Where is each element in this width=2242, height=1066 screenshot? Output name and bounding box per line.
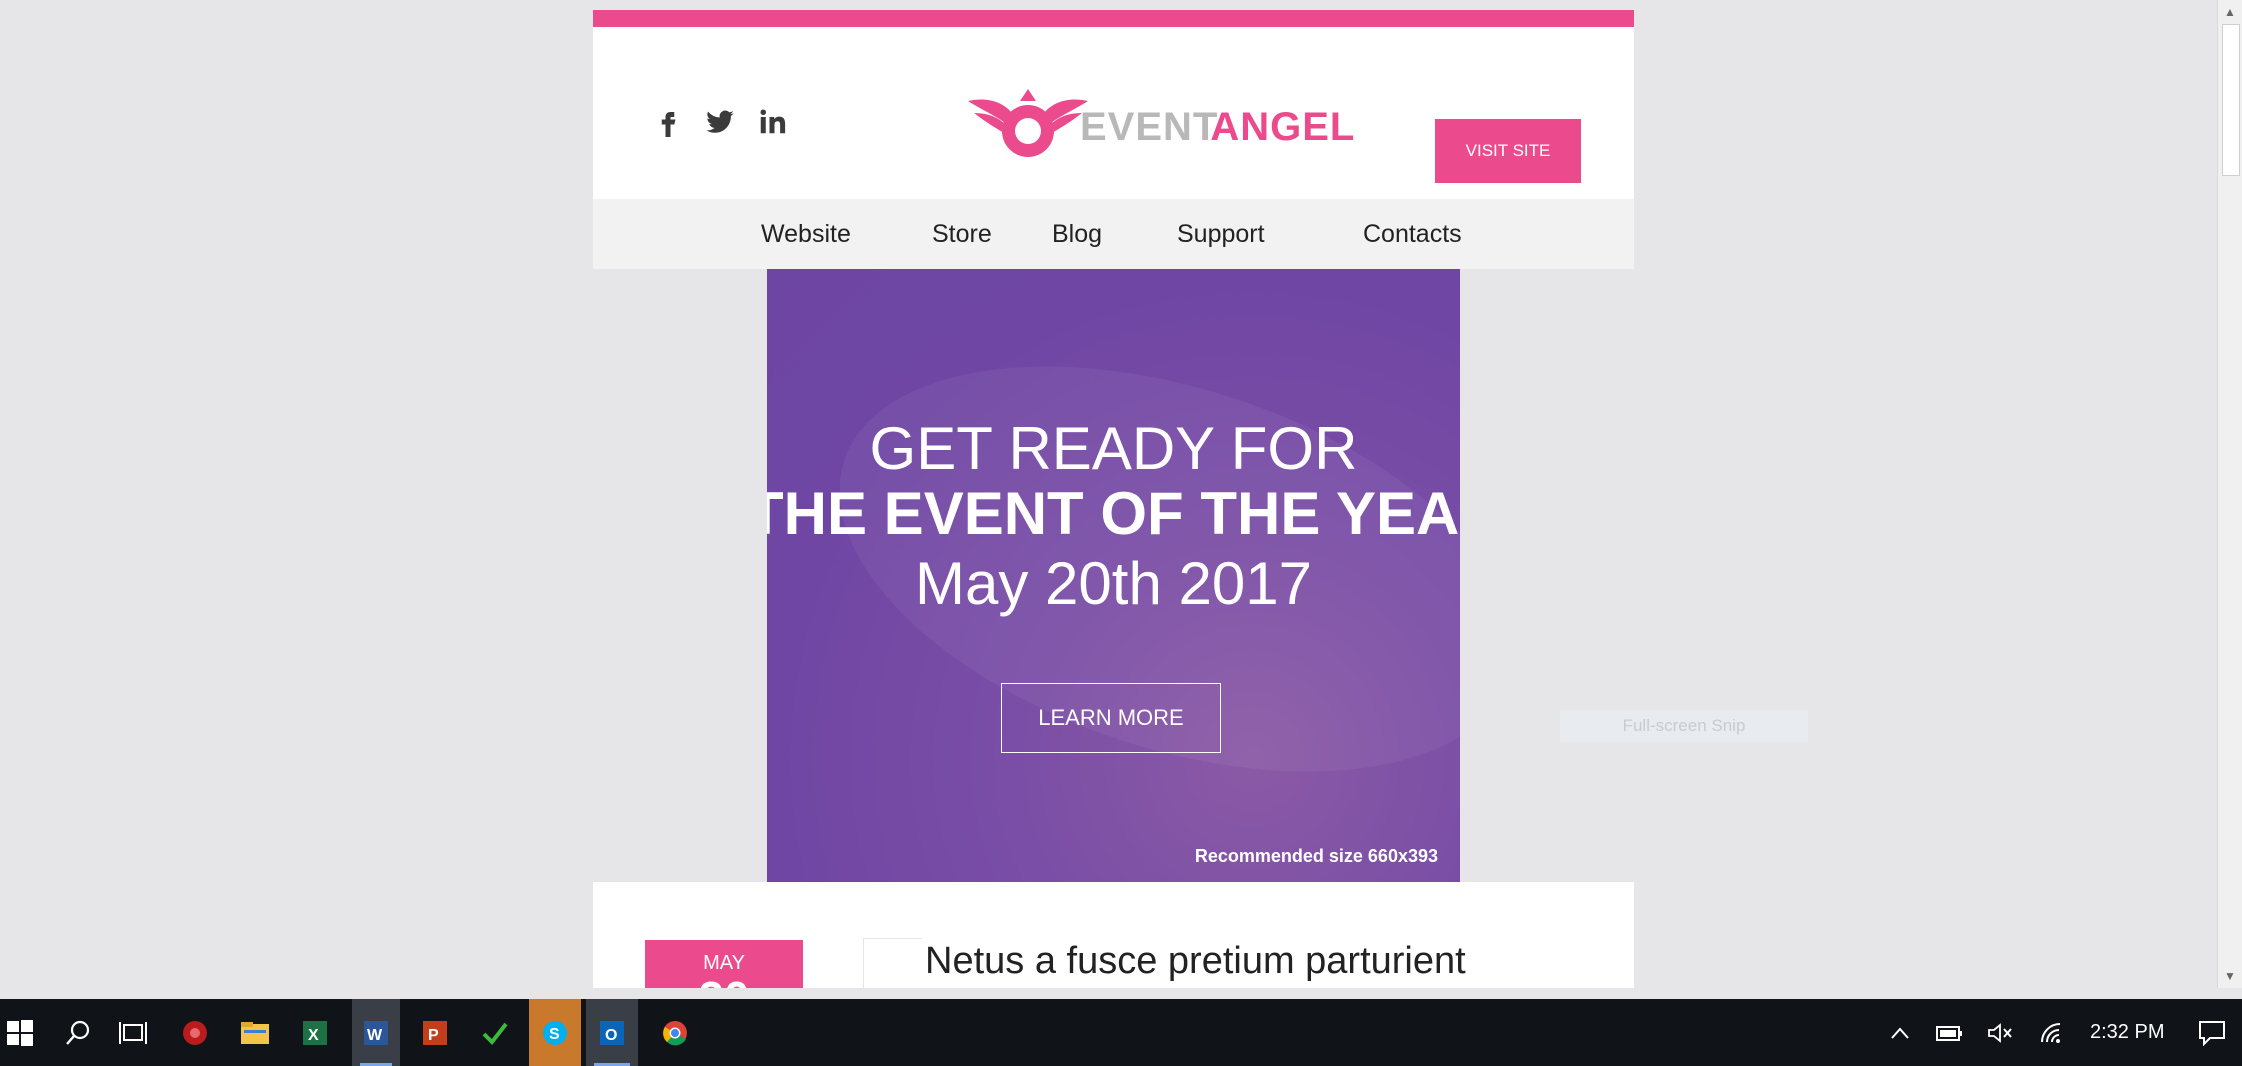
- svg-text:P: P: [428, 1027, 439, 1044]
- twitter-icon[interactable]: [705, 107, 735, 137]
- windows-taskbar: X W P S O 2:32 PM: [0, 999, 2242, 1066]
- top-accent-bar: [593, 10, 1634, 27]
- chrome-icon[interactable]: [655, 999, 695, 1066]
- email-nav-bar: Website Store Blog Support Contacts: [593, 199, 1634, 269]
- hero-heading-line2: THE EVENT OF THE YEAR: [767, 480, 1460, 547]
- show-hidden-icons-chevron-icon[interactable]: [1886, 999, 1914, 1066]
- angel-wings-logo-icon: [968, 87, 1088, 168]
- battery-icon[interactable]: [1934, 999, 1966, 1066]
- nav-store[interactable]: Store: [932, 199, 992, 269]
- word-icon[interactable]: W: [352, 999, 400, 1066]
- snip-tooltip: Full-screen Snip: [1560, 710, 1808, 742]
- nav-website[interactable]: Website: [761, 199, 851, 269]
- post-date-badge: MAY 20: [645, 940, 803, 988]
- outlook-icon[interactable]: O: [586, 999, 638, 1066]
- eventangel-logo[interactable]: EVENT ANGEL: [968, 87, 1355, 168]
- start-icon[interactable]: [0, 999, 40, 1066]
- volume-muted-icon[interactable]: [1986, 999, 2014, 1066]
- email-newsletter: EVENT ANGEL VISIT SITE Website Store Blo…: [593, 10, 1634, 988]
- svg-text:W: W: [367, 1027, 383, 1044]
- file-explorer-icon[interactable]: [235, 999, 275, 1066]
- linkedin-icon[interactable]: [757, 107, 787, 137]
- post-day: 20: [645, 971, 803, 988]
- learn-more-button[interactable]: LEARN MORE: [1001, 683, 1221, 753]
- hero-heading-line1: GET READY FOR: [869, 415, 1358, 482]
- wifi-icon[interactable]: [2037, 999, 2067, 1066]
- checkmark-app-icon[interactable]: [475, 999, 515, 1066]
- app-red-circle-icon[interactable]: [175, 999, 215, 1066]
- svg-text:O: O: [605, 1027, 617, 1044]
- nav-contacts[interactable]: Contacts: [1363, 199, 1462, 269]
- hero-size-note: Recommended size 660x393: [1194, 846, 1438, 866]
- scrollbar-thumb[interactable]: [2222, 24, 2240, 176]
- email-header: EVENT ANGEL VISIT SITE: [593, 27, 1634, 199]
- excel-icon[interactable]: X: [295, 999, 335, 1066]
- skype-icon[interactable]: S: [529, 999, 581, 1066]
- powerpoint-icon[interactable]: P: [415, 999, 455, 1066]
- scroll-down-arrow-icon[interactable]: ▼: [2218, 964, 2242, 988]
- hero-banner: GET READY FOR THE EVENT OF THE YEAR May …: [767, 269, 1460, 882]
- logo-text-event: EVENT: [1080, 105, 1219, 149]
- logo-text-angel: ANGEL: [1210, 105, 1356, 149]
- system-clock[interactable]: 2:32 PM: [2090, 999, 2164, 1066]
- scroll-up-arrow-icon[interactable]: ▲: [2218, 0, 2242, 24]
- page-scrollbar[interactable]: ▲ ▼: [2217, 0, 2242, 988]
- nav-support[interactable]: Support: [1177, 199, 1265, 269]
- action-center-icon[interactable]: [2195, 999, 2229, 1066]
- svg-text:S: S: [549, 1026, 560, 1043]
- post-thumbnail: [863, 938, 922, 988]
- search-icon[interactable]: [58, 999, 98, 1066]
- svg-text:X: X: [308, 1027, 319, 1044]
- facebook-icon[interactable]: [653, 107, 683, 137]
- social-links: [653, 107, 787, 137]
- visit-site-button[interactable]: VISIT SITE: [1435, 119, 1581, 183]
- hero-date: May 20th 2017: [915, 550, 1312, 617]
- nav-blog[interactable]: Blog: [1052, 199, 1102, 269]
- post-section: MAY 20 Netus a fusce pretium parturient: [593, 882, 1634, 988]
- task-view-icon[interactable]: [113, 999, 153, 1066]
- post-title[interactable]: Netus a fusce pretium parturient: [925, 940, 1466, 983]
